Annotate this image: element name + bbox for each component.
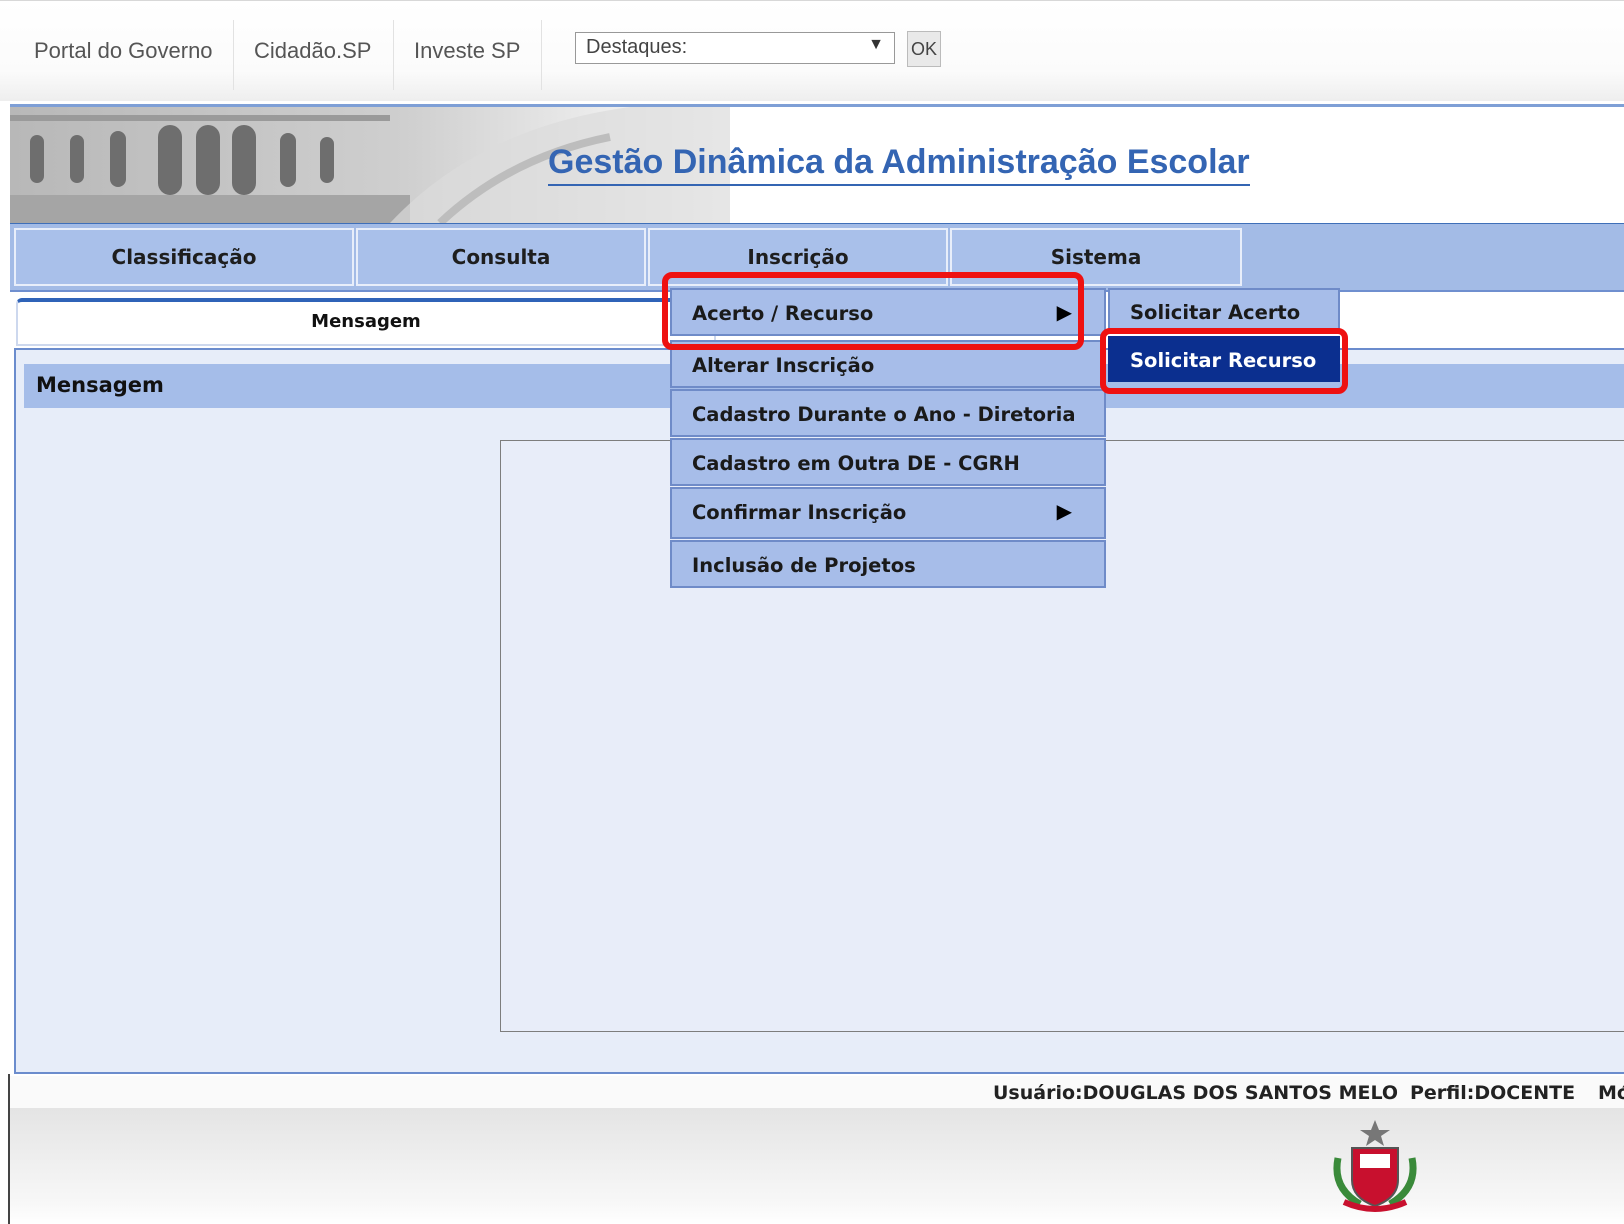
menu-item-confirmar-inscricao[interactable]: Confirmar Inscrição ▶ [670,487,1106,539]
investe-sp-link[interactable]: Investe SP [414,38,520,64]
divider [233,20,234,90]
ok-button[interactable]: OK [907,31,941,67]
destaques-select-value: Destaques: [586,36,688,58]
portal-do-governo-link[interactable]: Portal do Governo [34,38,213,64]
cidadao-sp-link[interactable]: Cidadão.SP [254,38,371,64]
status-user: Usuário:DOUGLAS DOS SANTOS MELO [993,1082,1399,1104]
status-profile: Perfil:DOCENTE [1410,1082,1576,1104]
tab-mensagem[interactable]: Mensagem [16,298,716,346]
page-title: Gestão Dinâmica da Administração Escolar [548,143,1250,186]
divider [8,1074,10,1224]
panel-title: Mensagem [36,373,164,397]
menu-item-cadastro-outra-de[interactable]: Cadastro em Outra DE - CGRH [670,438,1106,486]
submenu-item-label: Solicitar Acerto [1130,301,1301,324]
menu-item-label: Cadastro Durante o Ano - Diretoria [692,403,1076,426]
status-truncated: Mó [1598,1082,1624,1104]
menu-item-label: Inclusão de Projetos [692,554,916,577]
divider [393,20,394,90]
menu-item-inclusao-projetos[interactable]: Inclusão de Projetos [670,540,1106,588]
triangle-right-icon: ▶ [1056,499,1072,523]
menu-item-cadastro-durante-ano[interactable]: Cadastro Durante o Ano - Diretoria [670,389,1106,437]
destaques-select[interactable]: Destaques: ▼ [575,32,895,64]
highlight-acerto-recurso [662,272,1084,350]
divider [541,20,542,90]
menu-item-label: Confirmar Inscrição [692,501,907,524]
nav-consulta[interactable]: Consulta [356,228,646,286]
app-banner: Gestão Dinâmica da Administração Escolar [10,104,1624,227]
highlight-solicitar-recurso [1100,328,1348,394]
chevron-down-icon: ▼ [868,36,884,53]
menu-item-label: Cadastro em Outra DE - CGRH [692,452,1020,475]
nav-classificacao[interactable]: Classificação [14,228,354,286]
menu-item-label: Alterar Inscrição [692,354,875,377]
sp-state-seal-icon [1333,1120,1417,1212]
